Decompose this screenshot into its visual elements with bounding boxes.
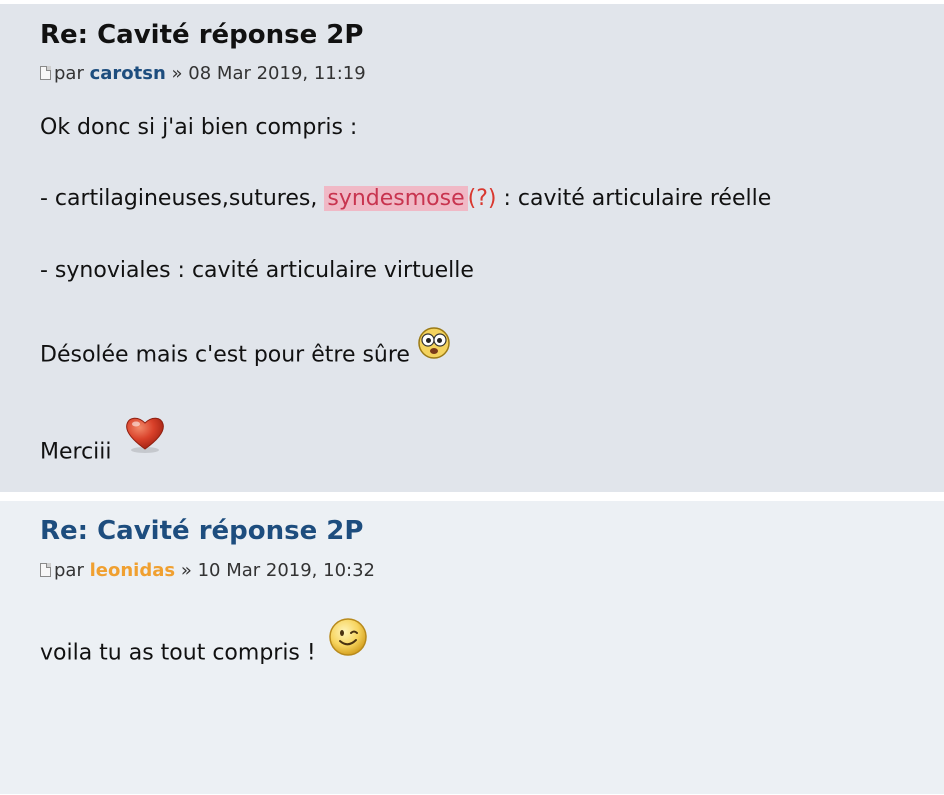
post-text-line: - cartilagineuses,sutures, syndesmose (?)… xyxy=(40,184,771,214)
wink-icon xyxy=(327,616,369,667)
text-segment: - cartilagineuses,sutures, xyxy=(40,186,325,211)
post-text-line: Ok donc si j'ai bien compris : xyxy=(40,115,358,140)
eek-icon xyxy=(417,326,451,369)
post-title[interactable]: Re: Cavité réponse 2P xyxy=(40,514,363,548)
meta-by-label: par xyxy=(54,560,84,581)
post-text-line: Merciii xyxy=(40,417,167,478)
post-date: 10 Mar 2019, 10:32 xyxy=(197,560,375,581)
text-segment: : cavité articulaire réelle xyxy=(496,186,772,211)
post-text-line: Désolée mais c'est pour être sûre xyxy=(40,327,451,377)
text-segment: Merciii xyxy=(40,439,112,465)
glossary-term-highlight[interactable]: syndesmose xyxy=(324,186,468,211)
post-text-line: voila tu as tout compris ! xyxy=(40,618,369,679)
post-meta: par leonidas » 10 Mar 2019, 10:32 xyxy=(40,559,375,583)
heart-icon xyxy=(123,413,167,464)
post-meta: par carotsn » 08 Mar 2019, 11:19 xyxy=(40,62,366,86)
post-date: 08 Mar 2019, 11:19 xyxy=(188,63,366,84)
post-2: Re: Cavité réponse 2P par leonidas » 10 … xyxy=(0,501,944,794)
post-title[interactable]: Re: Cavité réponse 2P xyxy=(40,18,363,52)
text-segment: voila tu as tout compris ! xyxy=(40,640,316,666)
post-1: Re: Cavité réponse 2P par carotsn » 08 M… xyxy=(0,4,944,492)
text-segment: Désolée mais c'est pour être sûre xyxy=(40,342,410,368)
post-text-line: - synoviales : cavité articulaire virtue… xyxy=(40,258,474,283)
meta-separator: » xyxy=(171,63,183,84)
post-document-icon[interactable] xyxy=(40,563,51,577)
meta-separator: » xyxy=(180,560,192,581)
author-link[interactable]: carotsn xyxy=(90,63,166,84)
post-document-icon[interactable] xyxy=(40,66,51,80)
author-link[interactable]: leonidas xyxy=(90,560,175,581)
glossary-help-link[interactable]: (?) xyxy=(468,186,497,211)
meta-by-label: par xyxy=(54,63,84,84)
